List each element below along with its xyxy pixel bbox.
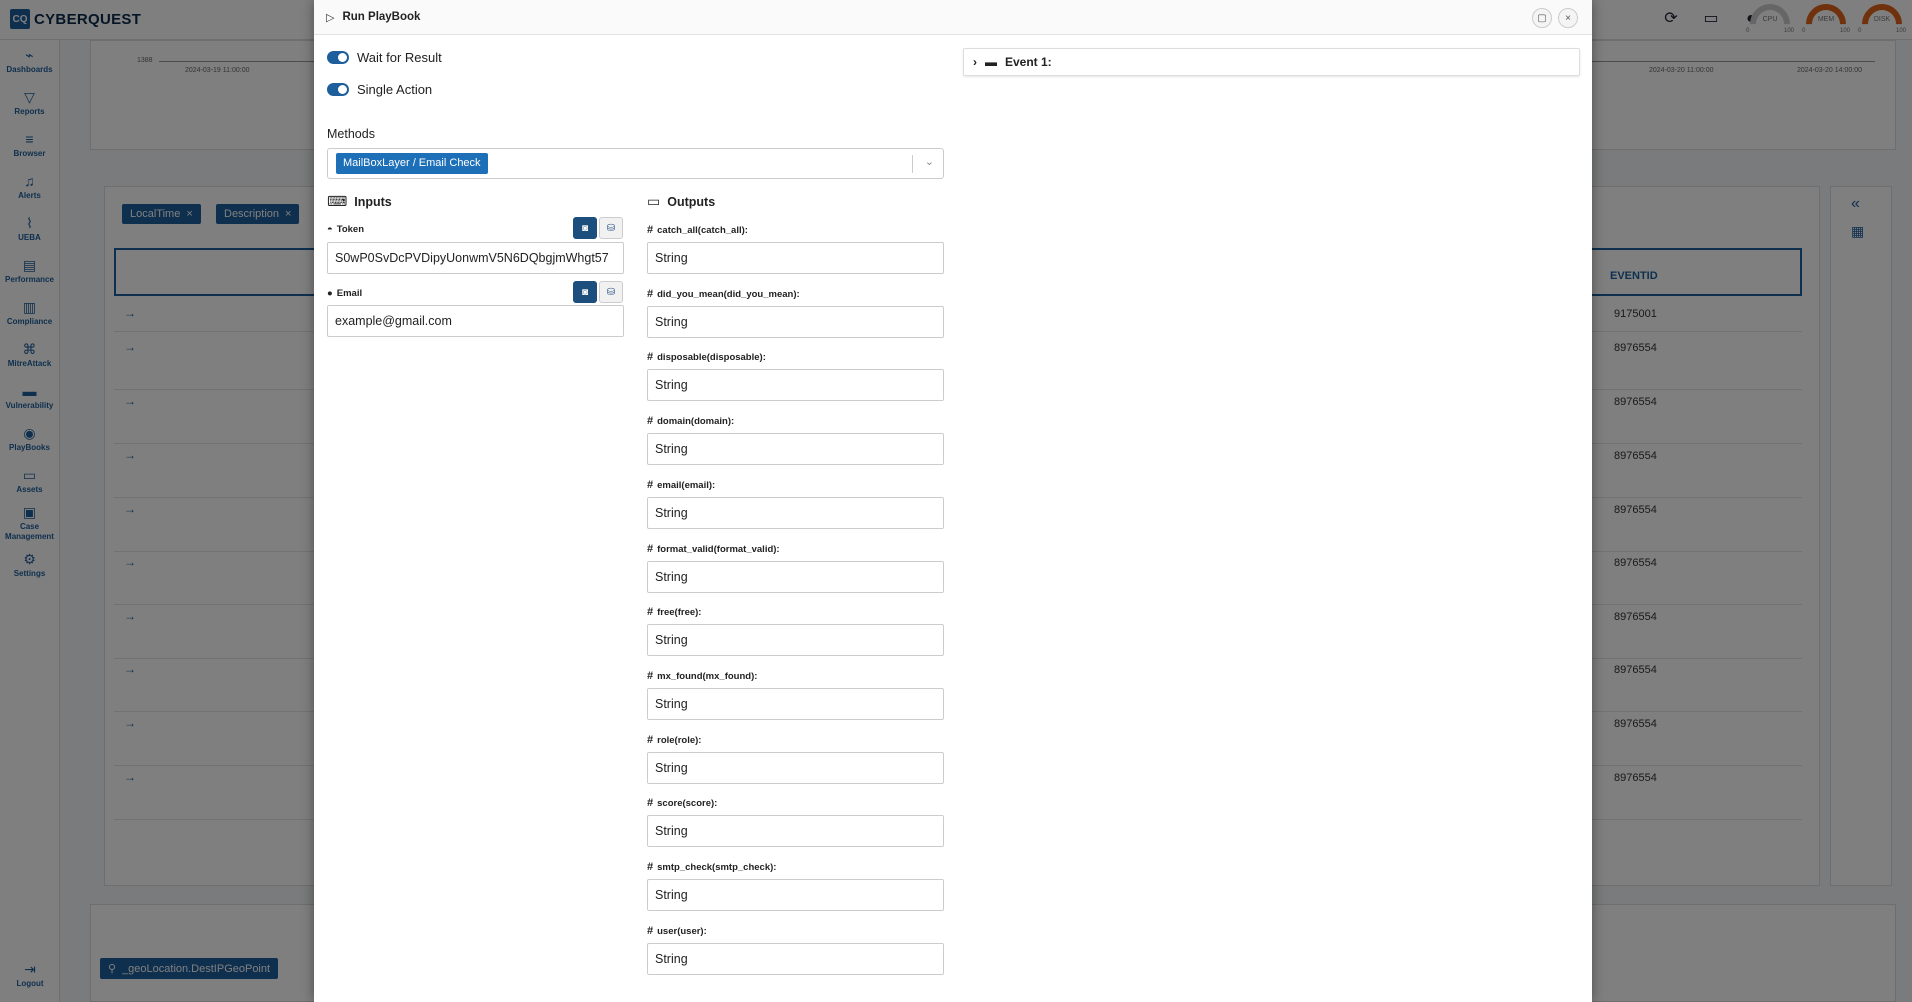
modal-title: Run PlayBook (342, 11, 421, 23)
email-input[interactable]: example@gmail.com (327, 305, 624, 337)
token-icon: ◓ (327, 224, 333, 235)
output-input[interactable]: String (647, 369, 944, 401)
event-panel[interactable]: › ▬ Event 1: (963, 48, 1580, 76)
output-label: # role(role): (647, 734, 701, 746)
method-tag[interactable]: MailBoxLayer / Email Check (336, 153, 488, 174)
modal-header: ▷ Run PlayBook ▢ × (314, 0, 1592, 35)
email-label: ● Email (327, 288, 362, 299)
monitor-icon: ▭ (647, 193, 661, 209)
output-label-text: domain(domain): (657, 415, 735, 427)
output-label: # format_valid(format_valid): (647, 543, 780, 555)
output-label-text: role(role): (657, 734, 702, 746)
hash-icon: # (647, 224, 654, 236)
hash-icon: # (647, 606, 654, 618)
maximize-icon: ▢ (1537, 12, 1547, 24)
play-icon: ▷ (326, 11, 335, 24)
email-variable-button[interactable]: ⛁ (599, 281, 623, 303)
output-label: # did_you_mean(did_you_mean): (647, 288, 800, 300)
token-camera-button[interactable]: ◙ (573, 217, 597, 239)
token-input[interactable]: S0wP0SvDcPVDipyUonwmV5N6DQbgjmWhgt57 (327, 242, 624, 274)
maximize-button[interactable]: ▢ (1532, 8, 1552, 28)
outputs-title: Outputs (667, 194, 716, 209)
methods-select[interactable]: MailBoxLayer / Email Check ⌄ (327, 148, 944, 179)
output-label-text: email(email): (657, 479, 716, 491)
chevron-down-icon[interactable]: ⌄ (925, 155, 934, 168)
token-variable-button[interactable]: ⛁ (599, 217, 623, 239)
output-label-text: score(score): (657, 797, 718, 809)
output-input[interactable]: String (647, 879, 944, 911)
camera-icon: ◙ (581, 286, 589, 298)
output-label: # disposable(disposable): (647, 351, 766, 363)
email-camera-button[interactable]: ◙ (573, 281, 597, 303)
close-button[interactable]: × (1558, 8, 1578, 28)
single-action-label: Single Action (357, 82, 433, 97)
hash-icon: # (647, 543, 654, 555)
output-input[interactable]: String (647, 497, 944, 529)
inputs-heading: ⌨ Inputs (327, 193, 392, 210)
output-label: # score(score): (647, 797, 717, 809)
single-action-toggle[interactable] (327, 83, 349, 96)
output-input[interactable]: String (647, 433, 944, 465)
output-input[interactable]: String (647, 943, 944, 975)
hash-icon: # (647, 925, 654, 937)
output-label-text: free(free): (657, 606, 702, 618)
hash-icon: # (647, 797, 654, 809)
camera-icon: ◙ (581, 222, 589, 234)
close-icon: × (1565, 12, 1571, 24)
output-label-text: smtp_check(smtp_check): (657, 861, 777, 873)
folder-icon: ▬ (985, 55, 997, 69)
output-input[interactable]: String (647, 752, 944, 784)
output-label-text: mx_found(mx_found): (657, 670, 758, 682)
chevron-right-icon[interactable]: › (973, 55, 977, 69)
event-label: Event 1: (1005, 55, 1052, 69)
methods-label: Methods (327, 127, 375, 141)
output-label: # email(email): (647, 479, 715, 491)
outputs-heading: ▭ Outputs (647, 193, 715, 210)
hash-icon: # (647, 734, 654, 746)
hash-icon: # (647, 670, 654, 682)
field-label-text: Token (336, 224, 365, 235)
wait-for-result-toggle[interactable] (327, 51, 349, 64)
hash-icon: # (647, 415, 654, 427)
output-input[interactable]: String (647, 688, 944, 720)
wait-for-result-toggle-row: Wait for Result (327, 50, 442, 65)
run-playbook-modal: ▷ Run PlayBook ▢ × Wait for Result Singl… (314, 0, 1592, 1002)
database-icon: ⛁ (606, 222, 616, 234)
wait-for-result-label: Wait for Result (357, 50, 442, 65)
output-input[interactable]: String (647, 242, 944, 274)
single-action-toggle-row: Single Action (327, 82, 432, 97)
token-label: ◓ Token (327, 224, 364, 235)
output-label: # mx_found(mx_found): (647, 670, 757, 682)
hash-icon: # (647, 351, 654, 363)
output-label-text: format_valid(format_valid): (657, 543, 780, 555)
output-label-text: disposable(disposable): (657, 351, 766, 363)
output-label: # free(free): (647, 606, 701, 618)
output-label: # smtp_check(smtp_check): (647, 861, 776, 873)
output-label-text: did_you_mean(did_you_mean): (657, 288, 800, 300)
field-label-text: Email (336, 288, 363, 299)
output-input[interactable]: String (647, 561, 944, 593)
inputs-title: Inputs (354, 194, 392, 209)
output-input[interactable]: String (647, 624, 944, 656)
hash-icon: # (647, 288, 654, 300)
keyboard-icon: ⌨ (327, 193, 348, 209)
output-label: # catch_all(catch_all): (647, 224, 748, 236)
output-label-text: catch_all(catch_all): (657, 224, 748, 236)
hash-icon: # (647, 861, 654, 873)
output-input[interactable]: String (647, 306, 944, 338)
hash-icon: # (647, 479, 654, 491)
output-input[interactable]: String (647, 815, 944, 847)
output-label: # user(user): (647, 925, 707, 937)
email-icon: ● (327, 288, 333, 299)
output-label-text: user(user): (657, 925, 707, 937)
database-icon: ⛁ (606, 286, 616, 298)
output-label: # domain(domain): (647, 415, 734, 427)
